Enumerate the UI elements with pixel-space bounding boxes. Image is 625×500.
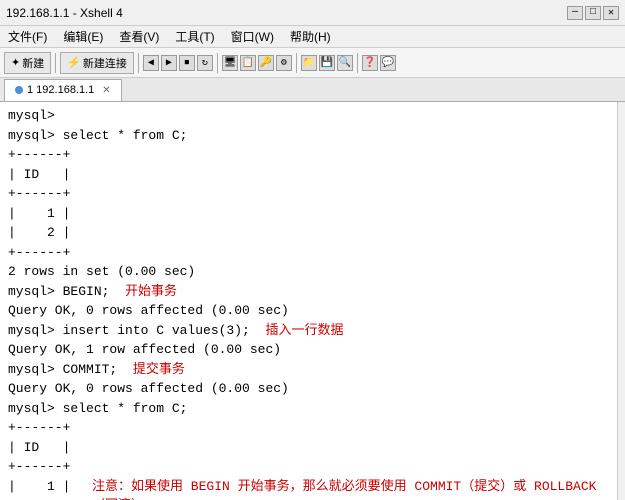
- toolbar-separator: [55, 53, 56, 73]
- terminal-line: | 1 |: [8, 204, 617, 224]
- terminal-line: mysql> select * from C;: [8, 126, 617, 146]
- toolbar-icon-10[interactable]: 💾: [319, 55, 335, 71]
- session-tab[interactable]: 1 192.168.1.1 ✕: [4, 79, 122, 101]
- suffix-text: 开始事务: [109, 282, 177, 302]
- toolbar-icon-6[interactable]: 📋: [240, 55, 256, 71]
- title-text: 192.168.1.1 - Xshell 4: [6, 6, 123, 20]
- tab-indicator: [15, 86, 23, 94]
- new-icon: ✦: [11, 56, 20, 69]
- toolbar-separator-2: [138, 53, 139, 73]
- toolbar-icon-9[interactable]: 📁: [301, 55, 317, 71]
- window-controls: — □ ✕: [567, 6, 619, 20]
- title-bar: 192.168.1.1 - Xshell 4 — □ ✕: [0, 0, 625, 26]
- tab-close-button[interactable]: ✕: [102, 85, 110, 96]
- toolbar-icon-5[interactable]: 🖥: [222, 55, 238, 71]
- scrollbar[interactable]: [617, 102, 625, 500]
- tab-bar: 1 192.168.1.1 ✕: [0, 78, 625, 102]
- menu-help[interactable]: 帮助(H): [286, 27, 335, 46]
- toolbar-icon-4[interactable]: ↻: [197, 55, 213, 71]
- toolbar-icon-11[interactable]: 🔍: [337, 55, 353, 71]
- terminal-line: mysql> insert into C values(3); 插入一行数据: [8, 321, 617, 341]
- terminal-line: mysql>: [8, 106, 617, 126]
- suffix-text: 插入一行数据: [250, 321, 344, 341]
- toolbar-icon-13[interactable]: 💬: [380, 55, 396, 71]
- toolbar-icon-1[interactable]: ◀: [143, 55, 159, 71]
- terminal-line: | 1 |注意：如果使用 BEGIN 开始事务，那么就必须要使用 COMMIT（…: [8, 477, 617, 500]
- note-text: 注意：如果使用 BEGIN 开始事务，那么就必须要使用 COMMIT（提交）或 …: [92, 477, 617, 500]
- terminal-line: Query OK, 0 rows affected (0.00 sec): [8, 379, 617, 399]
- terminal-line: | ID |: [8, 165, 617, 185]
- toolbar-icon-2[interactable]: ▶: [161, 55, 177, 71]
- toolbar-separator-3: [217, 53, 218, 73]
- menu-view[interactable]: 查看(V): [115, 27, 163, 46]
- toolbar-icon-3[interactable]: ⏹: [179, 55, 195, 71]
- menu-edit[interactable]: 编辑(E): [59, 27, 107, 46]
- terminal-line: mysql> BEGIN; 开始事务: [8, 282, 617, 302]
- connect-button[interactable]: ⚡ 新建连接: [60, 52, 134, 74]
- terminal-line: +------+: [8, 145, 617, 165]
- new-button[interactable]: ✦ 新建: [4, 52, 51, 74]
- tab-label: 1 192.168.1.1: [27, 84, 94, 96]
- close-button[interactable]: ✕: [603, 6, 619, 20]
- terminal-line: mysql> COMMIT; 提交事务: [8, 360, 617, 380]
- terminal-output[interactable]: mysql>mysql> select * from C;+------+| I…: [0, 102, 625, 500]
- menu-tools[interactable]: 工具(T): [171, 27, 218, 46]
- terminal-line: | ID |: [8, 438, 617, 458]
- terminal-line: +------+: [8, 184, 617, 204]
- toolbar-icon-12[interactable]: ❓: [362, 55, 378, 71]
- terminal-line: +------+: [8, 418, 617, 438]
- menu-window[interactable]: 窗口(W): [227, 27, 278, 46]
- terminal-line: mysql> select * from C;: [8, 399, 617, 419]
- toolbar-icon-7[interactable]: 🔑: [258, 55, 274, 71]
- maximize-button[interactable]: □: [585, 6, 601, 20]
- terminal-line: +------+: [8, 457, 617, 477]
- terminal-line: 2 rows in set (0.00 sec): [8, 262, 617, 282]
- menu-bar: 文件(F) 编辑(E) 查看(V) 工具(T) 窗口(W) 帮助(H): [0, 26, 625, 48]
- terminal-line: Query OK, 1 row affected (0.00 sec): [8, 340, 617, 360]
- terminal-line: | 2 |: [8, 223, 617, 243]
- menu-file[interactable]: 文件(F): [4, 27, 51, 46]
- toolbar-separator-5: [357, 53, 358, 73]
- minimize-button[interactable]: —: [567, 6, 583, 20]
- suffix-text: 提交事务: [117, 360, 185, 380]
- toolbar-icon-8[interactable]: ⚙: [276, 55, 292, 71]
- toolbar-separator-4: [296, 53, 297, 73]
- connect-icon: ⚡: [67, 56, 81, 69]
- terminal-line: Query OK, 0 rows affected (0.00 sec): [8, 301, 617, 321]
- terminal-line: +------+: [8, 243, 617, 263]
- toolbar: ✦ 新建 ⚡ 新建连接 ◀ ▶ ⏹ ↻ 🖥 📋 🔑 ⚙ 📁 💾 🔍 ❓ 💬: [0, 48, 625, 78]
